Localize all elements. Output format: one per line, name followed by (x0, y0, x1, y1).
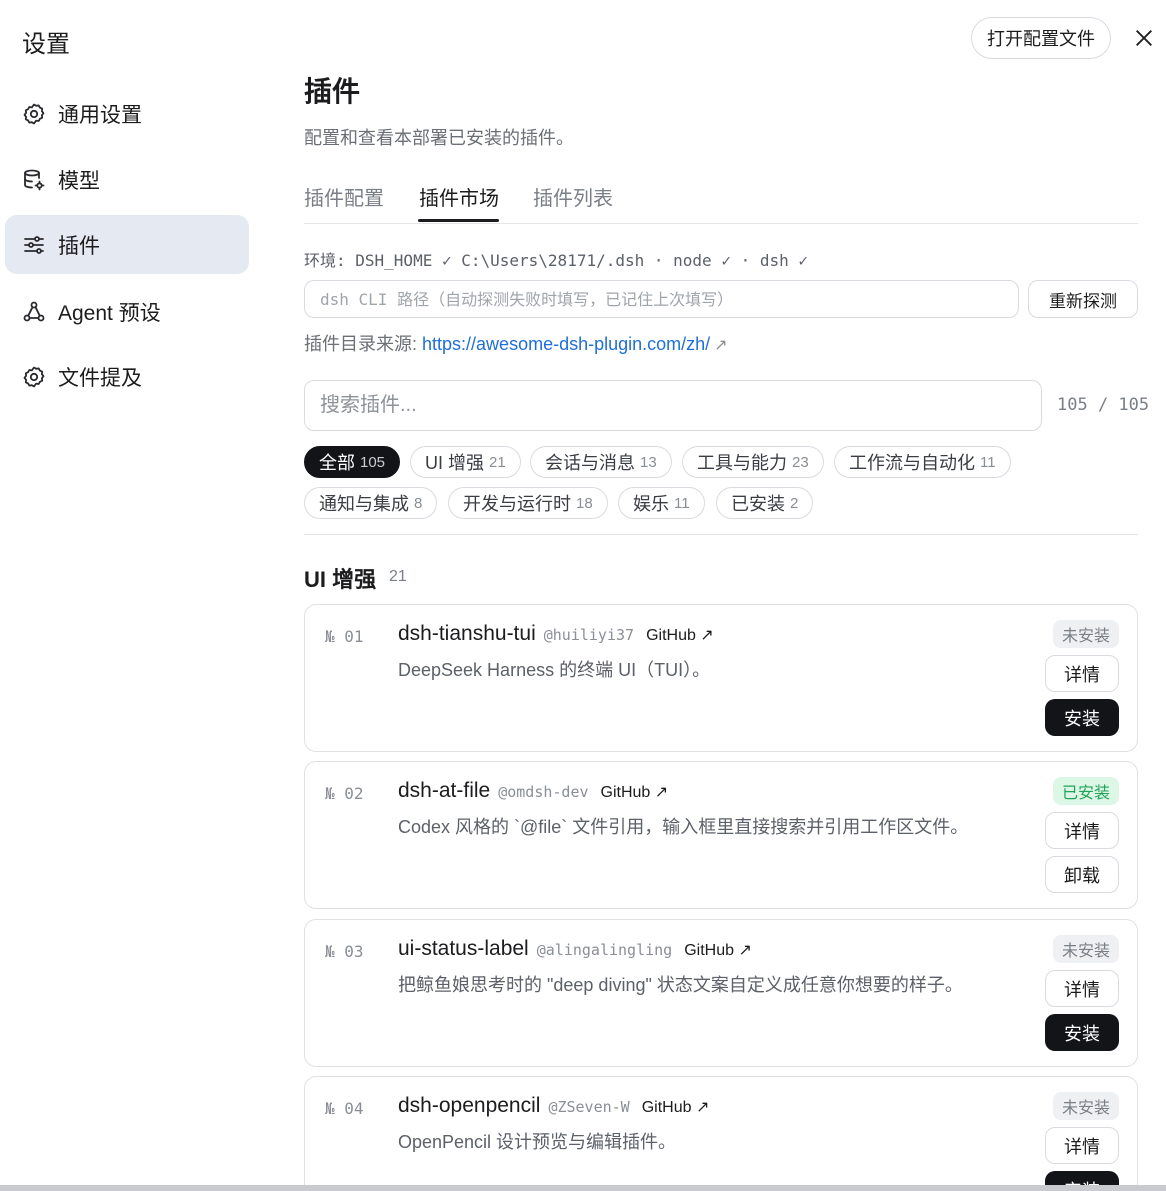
plugin-search-input[interactable] (304, 380, 1042, 431)
github-link[interactable]: GitHub ↗ (646, 627, 714, 644)
tab-bar: 插件配置 插件市场 插件列表 (304, 180, 1138, 224)
sidebar-item-plugins[interactable]: 插件 (5, 215, 249, 274)
plugin-description: 把鲸鱼娘思考时的 "deep diving" 状态文案自定义成任意你想要的样子。 (398, 975, 963, 995)
sidebar-item-label: 插件 (58, 234, 100, 258)
plugin-name: dsh-tianshu-tui (398, 622, 536, 645)
plugin-description: OpenPencil 设计预览与编辑插件。 (398, 1132, 677, 1152)
github-link[interactable]: GitHub ↗ (642, 1099, 710, 1116)
details-button[interactable]: 详情 (1045, 655, 1119, 692)
page-subtitle: 配置和查看本部署已安装的插件。 (304, 128, 574, 148)
filter-chip-notifications[interactable]: 通知与集成 8 (304, 487, 438, 519)
plugin-description: Codex 风格的 `@file` 文件引用，输入框里直接搜索并引用工作区文件。 (398, 817, 969, 837)
details-button[interactable]: 详情 (1045, 970, 1119, 1007)
external-link-icon: ↗ (714, 337, 728, 354)
tab-plugin-market[interactable]: 插件市场 (419, 182, 499, 211)
sidebar-item-label: 模型 (58, 169, 100, 193)
database-gear-icon (22, 168, 46, 192)
plugin-card: № 04 dsh-openpencil @ZSeven-W GitHub ↗ Ope… (304, 1076, 1138, 1191)
window-bottom-edge (0, 1185, 1166, 1191)
status-badge: 未安装 (1052, 935, 1119, 963)
catalog-source-label: 插件目录来源: (304, 334, 423, 354)
catalog-source: 插件目录来源: https://awesome-dsh-plugin.com/z… (304, 330, 728, 356)
plugin-name-row: dsh-at-file @omdsh-dev GitHub ↗ (398, 779, 668, 803)
environment-status: 环境: DSH_HOME ✓ C:\Users\28171/.dsh · nod… (304, 251, 809, 270)
plugin-number: № 01 (325, 627, 364, 646)
status-badge: 未安装 (1052, 620, 1119, 648)
plugin-description: DeepSeek Harness 的终端 UI（TUI）。 (398, 660, 711, 680)
page-title: 插件 (304, 76, 361, 107)
search-result-count: 105 / 105 (1057, 395, 1150, 415)
filter-chip-dev-runtime[interactable]: 开发与运行时 18 (448, 487, 608, 519)
install-button[interactable]: 安装 (1045, 699, 1119, 736)
plugin-name: dsh-at-file (398, 779, 491, 802)
github-link[interactable]: GitHub ↗ (684, 942, 752, 959)
filter-chip-workflow[interactable]: 工作流与自动化 11 (834, 446, 1011, 478)
close-icon (1136, 30, 1152, 46)
active-tab-indicator (418, 219, 499, 222)
sidebar-item-label: Agent 预设 (58, 301, 161, 325)
plugin-author: @omdsh-dev (498, 783, 589, 801)
plugin-card: № 01 dsh-tianshu-tui @huiliyi37 GitHub ↗ D… (304, 604, 1138, 752)
divider (304, 534, 1138, 535)
network-icon (22, 300, 46, 324)
plugin-name-row: ui-status-label @alingalingling GitHub ↗ (398, 937, 752, 961)
install-button[interactable]: 安装 (1045, 1014, 1119, 1051)
cli-path-input[interactable] (304, 280, 1019, 318)
filter-chip-conversation[interactable]: 会话与消息 13 (530, 446, 672, 478)
details-button[interactable]: 详情 (1045, 1127, 1119, 1164)
gear-icon (22, 102, 46, 126)
sidebar-item-label: 文件提及 (58, 366, 142, 390)
plugin-author: @huiliyi37 (543, 626, 635, 644)
filter-chip-all[interactable]: 全部 105 (304, 446, 401, 478)
open-config-button[interactable]: 打开配置文件 (971, 17, 1111, 59)
filter-chip-entertainment[interactable]: 娱乐 11 (618, 487, 705, 519)
sidebar-item-general[interactable]: 通用设置 (5, 84, 249, 143)
plugin-name-row: dsh-tianshu-tui @huiliyi37 GitHub ↗ (398, 622, 714, 646)
section-count: 21 (389, 568, 407, 585)
gear-icon (22, 365, 46, 389)
catalog-source-link[interactable]: https://awesome-dsh-plugin.com/zh/ (422, 334, 710, 354)
uninstall-button[interactable]: 卸载 (1045, 856, 1119, 893)
section-title: UI 增强 (304, 567, 377, 592)
status-badge: 未安装 (1052, 1092, 1119, 1120)
plugin-number: № 04 (325, 1099, 364, 1118)
plugin-name: dsh-openpencil (398, 1094, 541, 1117)
sliders-icon (22, 233, 46, 257)
sidebar: 设置 通用设置 模型 插件 Agent 预设 文件提及 (0, 0, 260, 1191)
sidebar-item-label: 通用设置 (58, 103, 142, 127)
sidebar-item-file-mentions[interactable]: 文件提及 (5, 347, 249, 406)
filter-chip-installed[interactable]: 已安装 2 (716, 487, 814, 519)
github-link[interactable]: GitHub ↗ (601, 784, 669, 801)
redetect-button[interactable]: 重新探测 (1028, 280, 1138, 318)
sidebar-item-model[interactable]: 模型 (5, 150, 249, 209)
plugin-card: № 03 ui-status-label @alingalingling GitHu… (304, 919, 1138, 1067)
plugin-number: № 03 (325, 942, 364, 961)
plugin-author: @ZSeven-W (548, 1098, 630, 1116)
close-button[interactable] (1128, 22, 1160, 54)
sidebar-item-agent-presets[interactable]: Agent 预设 (5, 282, 249, 341)
tab-plugin-list[interactable]: 插件列表 (533, 182, 613, 211)
sidebar-title: 设置 (22, 31, 70, 58)
tab-plugin-config[interactable]: 插件配置 (304, 182, 384, 211)
plugin-number: № 02 (325, 784, 364, 803)
plugin-card: № 02 dsh-at-file @omdsh-dev GitHub ↗ Codex… (304, 761, 1138, 909)
plugin-name: ui-status-label (398, 937, 529, 960)
plugin-name-row: dsh-openpencil @ZSeven-W GitHub ↗ (398, 1094, 709, 1118)
filter-chip-ui[interactable]: UI 增强 21 (410, 446, 521, 478)
plugin-author: @alingalingling (536, 941, 673, 959)
details-button[interactable]: 详情 (1045, 812, 1119, 849)
filter-chip-tools[interactable]: 工具与能力 23 (682, 446, 824, 478)
status-badge: 已安装 (1052, 777, 1119, 805)
